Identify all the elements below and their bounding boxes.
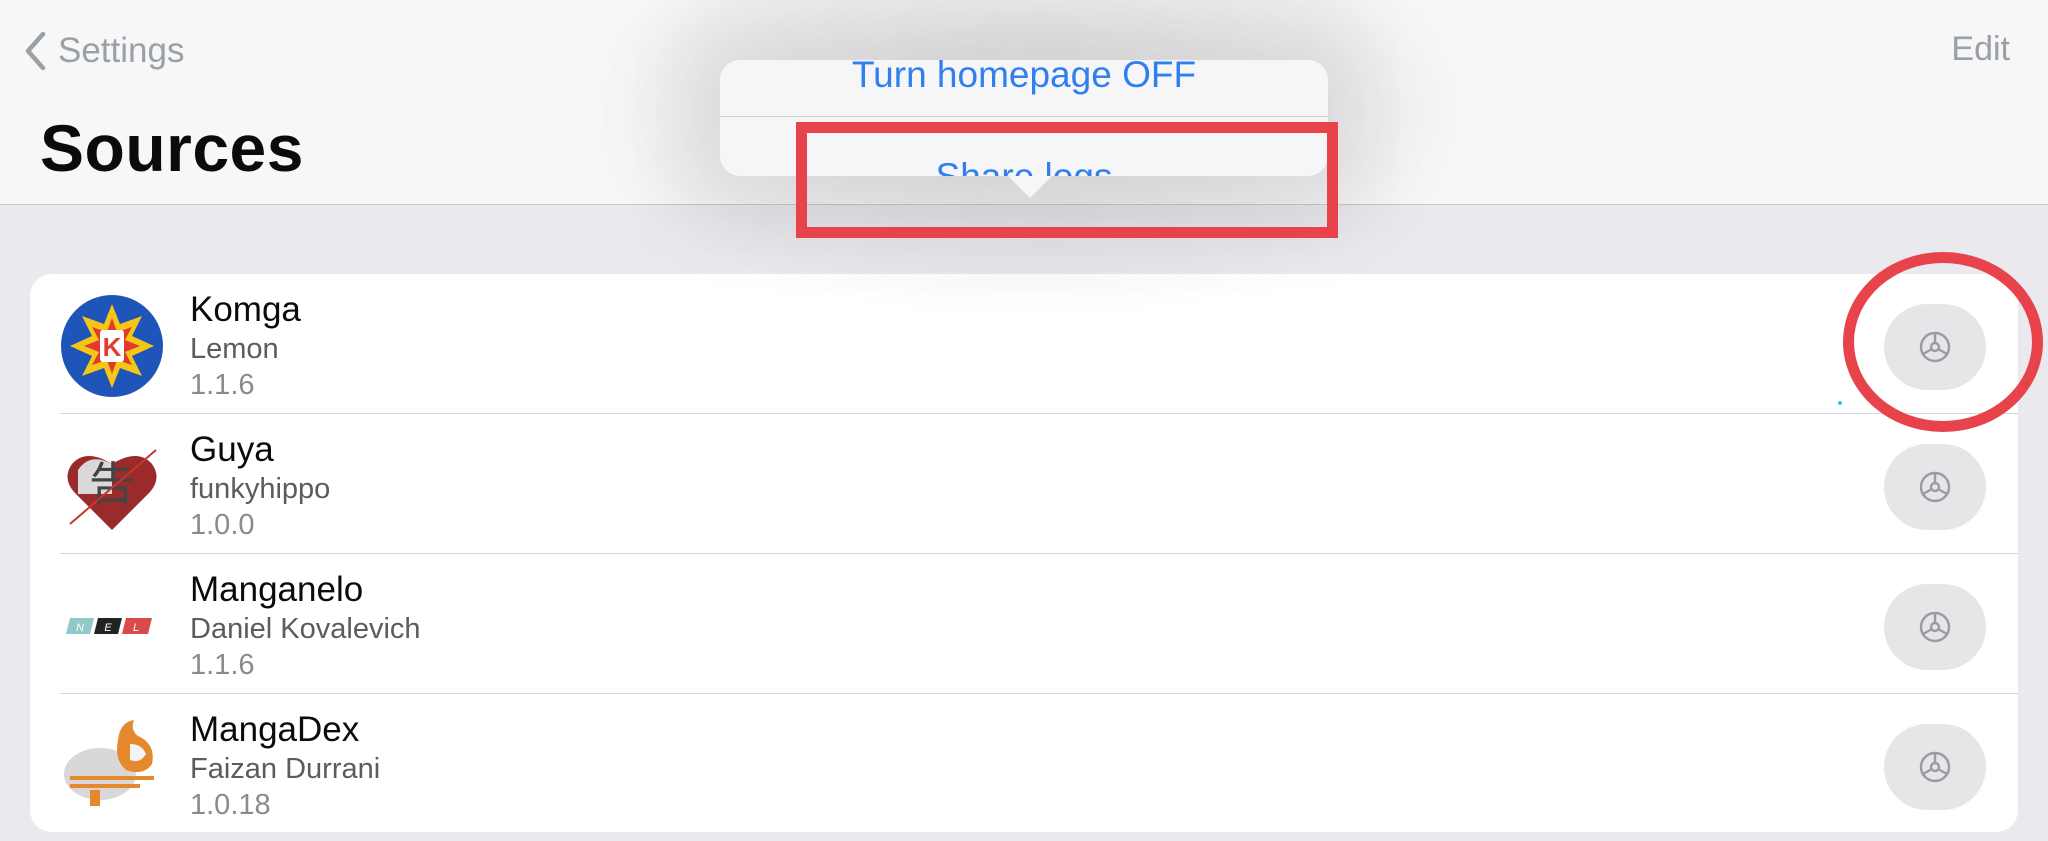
source-version: 1.0.18 xyxy=(190,789,271,821)
svg-text:E: E xyxy=(104,622,112,634)
page-title: Sources xyxy=(40,111,304,185)
share-logs-menu-item[interactable]: Share logs xyxy=(720,156,1328,176)
source-name: Guya xyxy=(190,430,274,469)
gear-icon xyxy=(1919,751,1951,783)
komga-logo-icon: K xyxy=(61,295,163,397)
actions-popover: Turn homepage OFF Share logs xyxy=(720,60,1328,176)
source-name: MangaDex xyxy=(190,710,360,749)
source-author: Lemon xyxy=(190,333,279,365)
guya-logo-icon: 告 xyxy=(67,449,157,530)
source-name: Komga xyxy=(190,290,301,329)
mangadex-logo-icon xyxy=(64,720,154,806)
source-version: 1.0.0 xyxy=(190,509,255,541)
svg-text:N: N xyxy=(76,622,84,634)
source-row-manganelo[interactable]: N E L Manganelo Daniel Kovalevich 1.1.6 xyxy=(30,554,2018,694)
edit-button[interactable]: Edit xyxy=(1951,30,2010,69)
source-author: Daniel Kovalevich xyxy=(190,613,421,645)
source-name: Manganelo xyxy=(190,570,364,609)
back-button-label: Settings xyxy=(58,31,185,70)
source-row-komga[interactable]: K Komga Lemon 1.1.6 xyxy=(30,274,2018,414)
gear-icon xyxy=(1919,331,1951,363)
touch-indicator xyxy=(1838,401,1842,405)
source-version: 1.1.6 xyxy=(190,369,255,401)
turn-homepage-off-menu-item[interactable]: Turn homepage OFF xyxy=(720,60,1328,96)
popover-divider xyxy=(720,116,1328,117)
svg-text:K: K xyxy=(103,332,122,362)
sources-list: K Komga Lemon 1.1.6 告 Guya funkyhippo 1.… xyxy=(30,274,2018,832)
source-version: 1.1.6 xyxy=(190,649,255,681)
source-row-mangadex[interactable]: MangaDex Faizan Durrani 1.0.18 xyxy=(30,694,2018,832)
gear-icon xyxy=(1919,471,1951,503)
source-settings-button[interactable] xyxy=(1884,584,1986,670)
chevron-left-icon xyxy=(25,31,46,71)
manganelo-logo-icon: N E L xyxy=(66,618,152,634)
svg-text:L: L xyxy=(133,622,139,634)
source-author: Faizan Durrani xyxy=(190,753,381,785)
source-row-guya[interactable]: 告 Guya funkyhippo 1.0.0 xyxy=(30,414,2018,554)
source-settings-button[interactable] xyxy=(1884,444,1986,530)
source-author: funkyhippo xyxy=(190,473,331,505)
back-button[interactable]: Settings xyxy=(24,28,184,74)
source-settings-button[interactable] xyxy=(1884,724,1986,810)
source-settings-button[interactable] xyxy=(1884,304,1986,390)
popover-arrow xyxy=(1008,176,1052,198)
gear-icon xyxy=(1919,611,1951,643)
